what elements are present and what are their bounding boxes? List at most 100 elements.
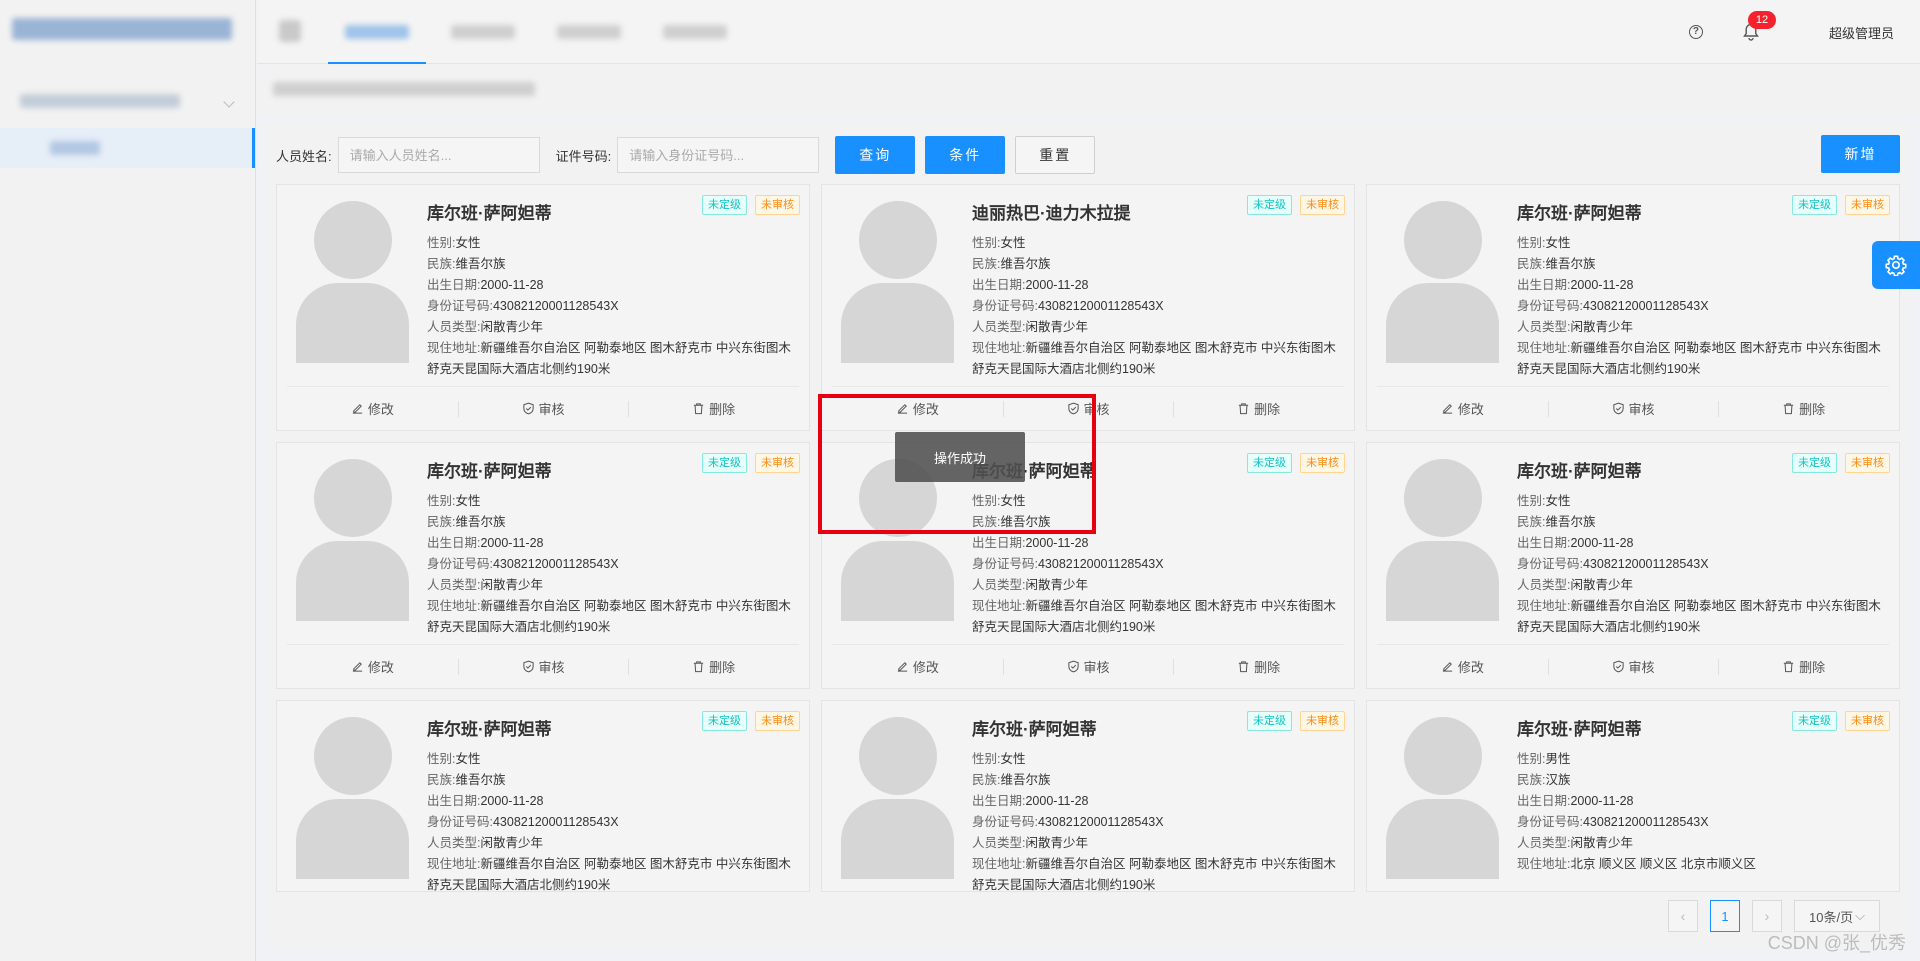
edit-button[interactable]: 修改 (287, 657, 458, 676)
next-page-button[interactable]: › (1752, 900, 1782, 932)
avatar-placeholder (296, 459, 409, 621)
person-info: 性别:女性 民族:维吾尔族 出生日期:2000-11-28 身份证号码:4308212… (972, 749, 1342, 891)
delete-label: 删除 (709, 402, 736, 417)
person-name: 库尔班·萨阿妲蒂 (427, 720, 552, 739)
tab-2[interactable] (430, 0, 536, 64)
audit-button[interactable]: 审核 (457, 399, 629, 418)
reset-button[interactable]: 重置 (1015, 136, 1096, 174)
ethnicity-value: 维吾尔族 (455, 257, 506, 271)
address-label: 现住地址: (1517, 341, 1571, 355)
watermark: CSDN @张_优秀 (1767, 933, 1906, 953)
delete-button[interactable]: 删除 (1718, 657, 1889, 676)
page-size-select[interactable]: 10条/页 ⌵ (1794, 900, 1880, 932)
address-value: 新疆维吾尔自治区 阿勒泰地区 图木舒克市 中兴东街图木舒克天昆国际大酒店北侧约1… (427, 857, 791, 892)
audit-status-tag: 未审核 (1300, 195, 1345, 215)
chevron-down-icon: ⌵ (1855, 908, 1865, 923)
audit-status-tag: 未审核 (1300, 453, 1345, 473)
trash-icon (1239, 661, 1249, 673)
id-number-value: 43082120001128543X (492, 299, 619, 313)
settings-button[interactable] (1872, 241, 1920, 289)
user-menu[interactable]: 超级管理员 (1829, 23, 1894, 42)
birth-value: 2000-11-28 (1025, 536, 1089, 550)
ethnicity-label: 民族: (427, 257, 456, 271)
grade-tag: 未定级 (1792, 195, 1837, 215)
edit-button[interactable]: 修改 (832, 657, 1003, 676)
notification-button[interactable]: 12 (1743, 11, 1776, 41)
birth-value: 2000-11-28 (1570, 536, 1634, 550)
birth-value: 2000-11-28 (1570, 278, 1634, 292)
person-type-label: 人员类型: (972, 320, 1026, 334)
edit-button[interactable]: 修改 (287, 399, 458, 418)
prev-page-button[interactable]: ‹ (1668, 900, 1698, 932)
delete-button[interactable]: 删除 (1718, 399, 1889, 418)
audit-button[interactable]: 审核 (457, 657, 629, 676)
id-number-value: 43082120001128543X (1582, 299, 1709, 313)
delete-label: 删除 (709, 660, 736, 675)
notification-badge: 12 (1747, 11, 1776, 29)
person-type-label: 人员类型: (972, 836, 1026, 850)
shield-check-icon (522, 402, 534, 415)
birth-value: 2000-11-28 (480, 794, 544, 808)
ethnicity-value: 维吾尔族 (1545, 257, 1596, 271)
add-button[interactable]: 新增 (1821, 135, 1900, 173)
avatar-placeholder (841, 717, 954, 879)
page-1-button[interactable]: 1 (1710, 900, 1740, 932)
audit-button[interactable]: 审核 (1547, 399, 1719, 418)
ethnicity-label: 民族: (972, 257, 1001, 271)
edit-icon (352, 404, 362, 414)
person-type-label: 人员类型: (1517, 836, 1571, 850)
edit-button[interactable]: 修改 (1377, 399, 1548, 418)
tab-active[interactable] (324, 0, 430, 64)
person-card: 库尔班·萨阿妲蒂 未定级 未审核 性别:女性 民族:维吾尔族 出生日期:2000-11-2… (1366, 184, 1900, 431)
delete-button[interactable]: 删除 (628, 399, 799, 418)
gender-label: 性别: (1517, 494, 1546, 508)
person-info: 性别:女性 民族:维吾尔族 出生日期:2000-11-28 身份证号码:4308212… (427, 491, 797, 638)
edit-button[interactable]: 修改 (1377, 657, 1548, 676)
grade-tag: 未定级 (1792, 453, 1837, 473)
person-name: 库尔班·萨阿妲蒂 (1517, 204, 1642, 223)
shield-check-icon (1612, 402, 1624, 415)
tab-4[interactable] (642, 0, 748, 64)
search-bar: 人员姓名: 证件号码: 查询 条件 重置 新增 (276, 135, 1900, 175)
page-size-label: 10条/页 (1809, 909, 1854, 925)
sidebar-menu-group[interactable] (0, 76, 255, 128)
ethnicity-label: 民族: (1517, 257, 1546, 271)
person-info: 性别:男性 民族:汉族 出生日期:2000-11-28 身份证号码:430821200… (1517, 749, 1887, 875)
audit-button[interactable]: 审核 (1002, 657, 1174, 676)
id-number-label: 身份证号码: (1517, 557, 1583, 571)
help-icon[interactable]: ? (1688, 25, 1703, 39)
id-number-value: 43082120001128543X (1582, 815, 1709, 829)
delete-button[interactable]: 删除 (1173, 657, 1344, 676)
audit-label: 审核 (1083, 660, 1110, 675)
address-label: 现住地址: (427, 341, 481, 355)
query-button[interactable]: 查询 (835, 136, 916, 174)
id-number-label: 身份证号码: (972, 557, 1038, 571)
main-panel: 人员姓名: 证件号码: 查询 条件 重置 新增 库尔班·萨阿妲蒂未定级未审核性别… (266, 124, 1910, 950)
card-actions: 修改 审核 删除 (287, 644, 799, 688)
sidebar-item-active[interactable] (0, 128, 255, 168)
highlight-box (818, 394, 1096, 534)
name-input[interactable] (337, 137, 540, 173)
birth-label: 出生日期: (972, 278, 1026, 292)
menu-icon[interactable] (279, 20, 301, 42)
person-type-value: 闲散青少年 (480, 320, 543, 334)
birth-value: 2000-11-28 (480, 536, 544, 550)
chevron-down-icon (223, 96, 235, 108)
avatar-placeholder (1386, 459, 1499, 621)
edit-icon (897, 662, 907, 672)
delete-button[interactable]: 删除 (628, 657, 799, 676)
tab-3[interactable] (536, 0, 642, 64)
trash-icon (694, 403, 704, 415)
audit-button[interactable]: 审核 (1547, 657, 1719, 676)
id-number-input[interactable] (617, 137, 820, 173)
person-card: 库尔班·萨阿妲蒂 未定级 未审核 性别:女性 民族:维吾尔族 出生日期:2000-11-2… (821, 700, 1355, 892)
delete-label: 删除 (1254, 402, 1281, 417)
person-card: 库尔班·萨阿妲蒂 未定级 未审核 性别:女性 民族:维吾尔族 出生日期:2000-11-2… (276, 184, 810, 431)
gender-label: 性别: (1517, 236, 1546, 250)
pagination: ‹ 1 › 10条/页 ⌵ (1668, 900, 1880, 932)
id-number-value: 43082120001128543X (492, 815, 619, 829)
edit-icon (352, 662, 362, 672)
gear-icon (1885, 255, 1907, 276)
delete-button[interactable]: 删除 (1173, 399, 1344, 418)
filter-button[interactable]: 条件 (925, 136, 1006, 174)
